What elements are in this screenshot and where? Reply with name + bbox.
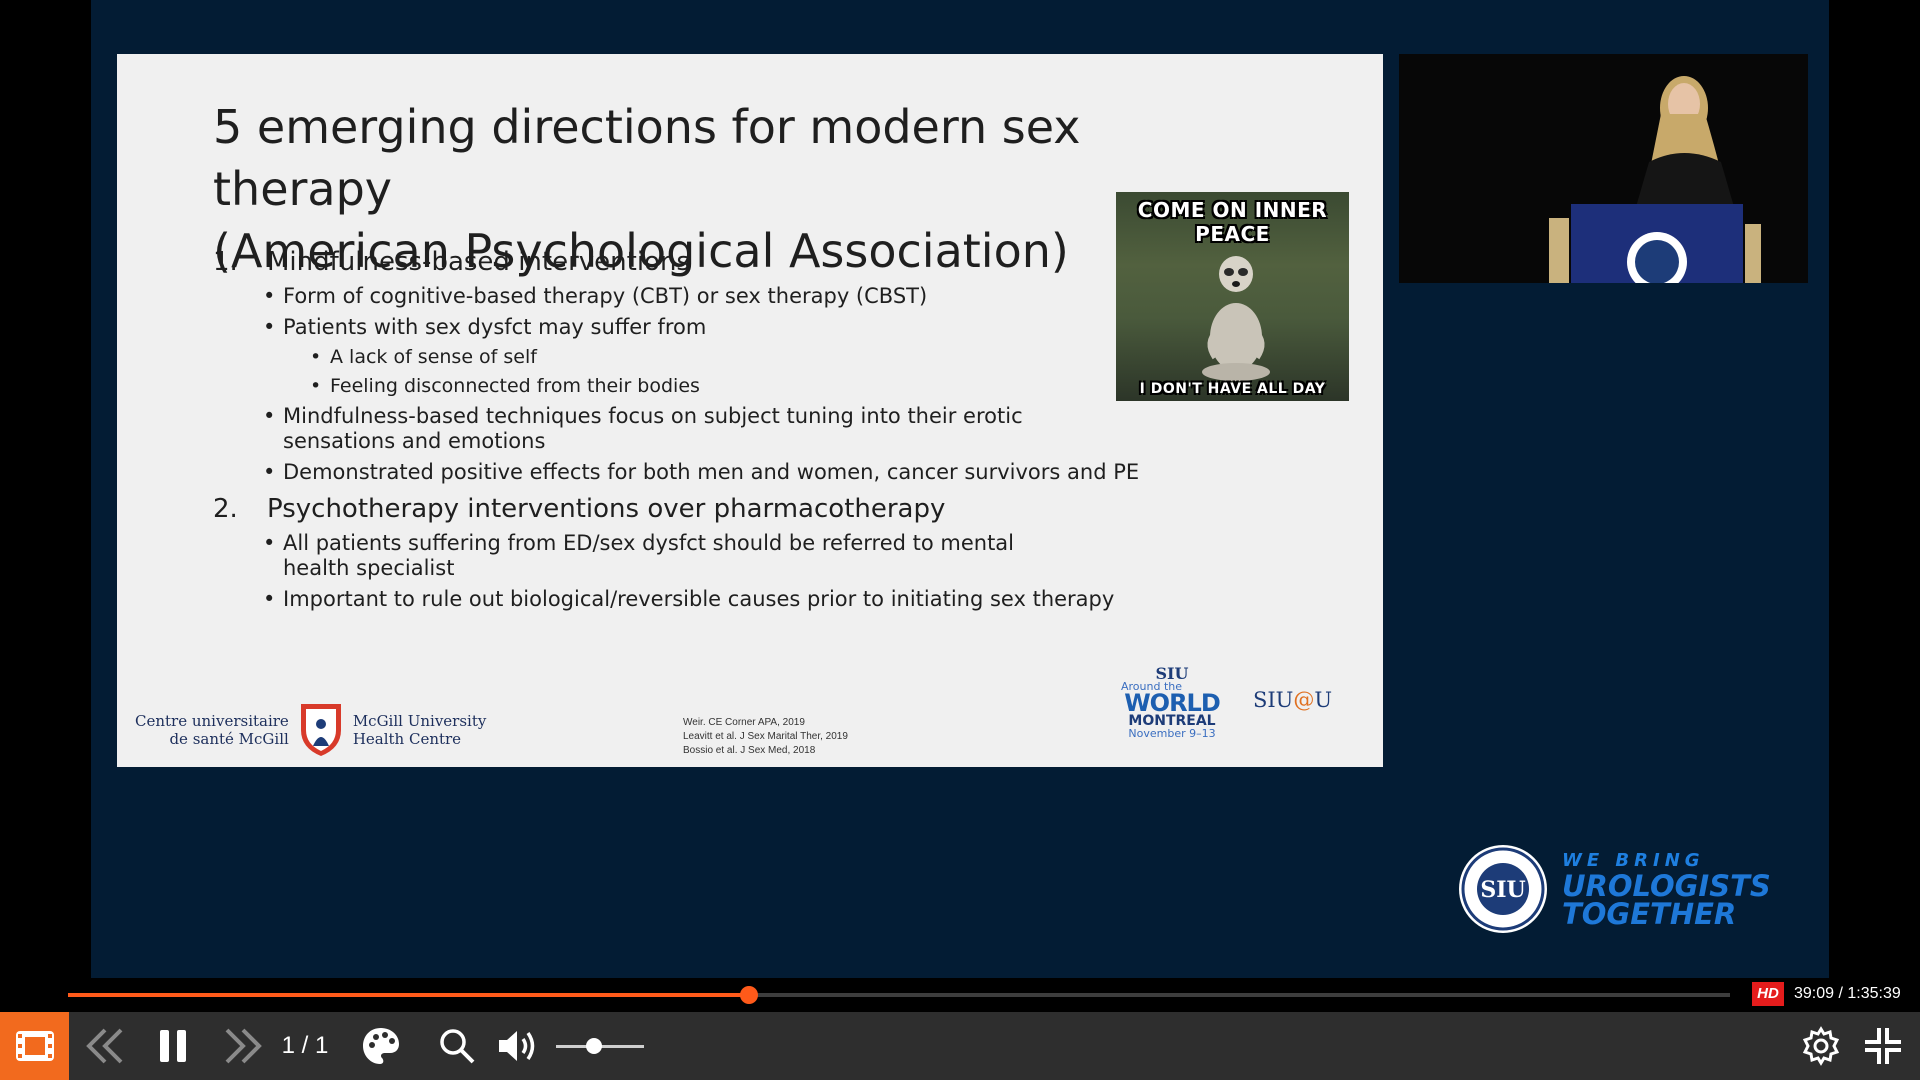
bullet: Form of cognitive-based therapy (CBT) or… bbox=[213, 284, 1193, 309]
pause-icon bbox=[160, 1030, 186, 1062]
next-button[interactable] bbox=[218, 1012, 268, 1080]
volume-button[interactable] bbox=[494, 1012, 544, 1080]
slide-pager: 1 / 1 bbox=[281, 1032, 329, 1059]
exit-fullscreen-button[interactable] bbox=[1860, 1012, 1906, 1080]
hd-quality-badge[interactable]: HD bbox=[1752, 982, 1784, 1006]
section-heading: Mindfulness-based interventions bbox=[267, 247, 690, 277]
bullet: All patients suffering from ED/sex dysfc… bbox=[213, 531, 1193, 581]
volume-slider-handle[interactable] bbox=[585, 1038, 602, 1054]
meme-top-text: COME ON INNER PEACE bbox=[1137, 198, 1328, 246]
siu-seal-icon: SIU bbox=[1459, 845, 1547, 933]
references: Weir. CE Corner APA, 2019 Leavitt et al.… bbox=[683, 717, 848, 756]
siu-around-the-world-logo: SIU Around the WORLD MONTREAL November 9… bbox=[1121, 664, 1221, 740]
slide-content: 1. Mindfulness-based interventions Form … bbox=[213, 246, 1193, 620]
section-number: 2. bbox=[213, 494, 238, 524]
film-strip-icon bbox=[15, 1031, 54, 1061]
presentation-slide: 5 emerging directions for modern sex the… bbox=[117, 54, 1383, 767]
siu-at-u-logo: SIU@U bbox=[1253, 688, 1333, 712]
sub-bullet: A lack of sense of self bbox=[283, 346, 1193, 369]
settings-button[interactable] bbox=[1798, 1012, 1844, 1080]
bullet: Patients with sex dysfct may suffer from… bbox=[213, 315, 1193, 398]
speaker-camera-feed bbox=[1399, 54, 1808, 283]
volume-icon bbox=[499, 1031, 535, 1061]
mcgill-logo: Centre universitaire de santé McGill McG… bbox=[135, 702, 486, 758]
section-number: 1. bbox=[213, 247, 238, 277]
time-display: 39:09 / 1:35:39 bbox=[1794, 985, 1901, 1002]
search-button[interactable] bbox=[434, 1012, 480, 1080]
settings-gear-icon bbox=[1802, 1026, 1840, 1066]
seek-bar-progress bbox=[68, 993, 750, 997]
sub-bullet: Feeling disconnected from their bodies bbox=[283, 375, 1193, 398]
meme-bottom-text: I DON'T HAVE ALL DAY bbox=[1139, 381, 1326, 397]
theme-button[interactable] bbox=[358, 1012, 404, 1080]
search-icon bbox=[440, 1029, 475, 1064]
pause-button[interactable] bbox=[150, 1012, 196, 1080]
palette-icon bbox=[363, 1028, 399, 1064]
seal-label: SIU bbox=[1480, 877, 1525, 903]
player-control-bar: 1 / 1 bbox=[0, 1012, 1920, 1080]
skip-forward-icon bbox=[225, 1028, 262, 1064]
mcgill-shield-icon bbox=[300, 704, 341, 756]
bullet: Important to rule out biological/reversi… bbox=[213, 587, 1193, 612]
section-heading: Psychotherapy interventions over pharmac… bbox=[267, 494, 946, 524]
skip-back-icon bbox=[86, 1028, 123, 1064]
exit-fullscreen-icon bbox=[1865, 1028, 1901, 1064]
seek-bar-handle[interactable] bbox=[740, 986, 759, 1004]
siu-brand-logo: SIU WE BRING UROLOGISTS TOGETHER bbox=[1458, 844, 1771, 934]
section-mindfulness: 1. Mindfulness-based interventions Form … bbox=[213, 246, 1193, 485]
chapters-button[interactable] bbox=[0, 1012, 69, 1080]
meme-image: COME ON INNER PEACE I DON'T HAVE ALL DAY bbox=[1116, 192, 1349, 401]
previous-button[interactable] bbox=[80, 1012, 130, 1080]
seek-bar[interactable] bbox=[68, 986, 1730, 1004]
section-psychotherapy: 2. Psychotherapy interventions over phar… bbox=[213, 493, 1193, 612]
bullet: Demonstrated positive effects for both m… bbox=[213, 460, 1193, 485]
speaker-video bbox=[1399, 54, 1808, 283]
lemur-illustration bbox=[1202, 256, 1270, 381]
bullet: Mindfulness-based techniques focus on su… bbox=[213, 404, 1193, 454]
